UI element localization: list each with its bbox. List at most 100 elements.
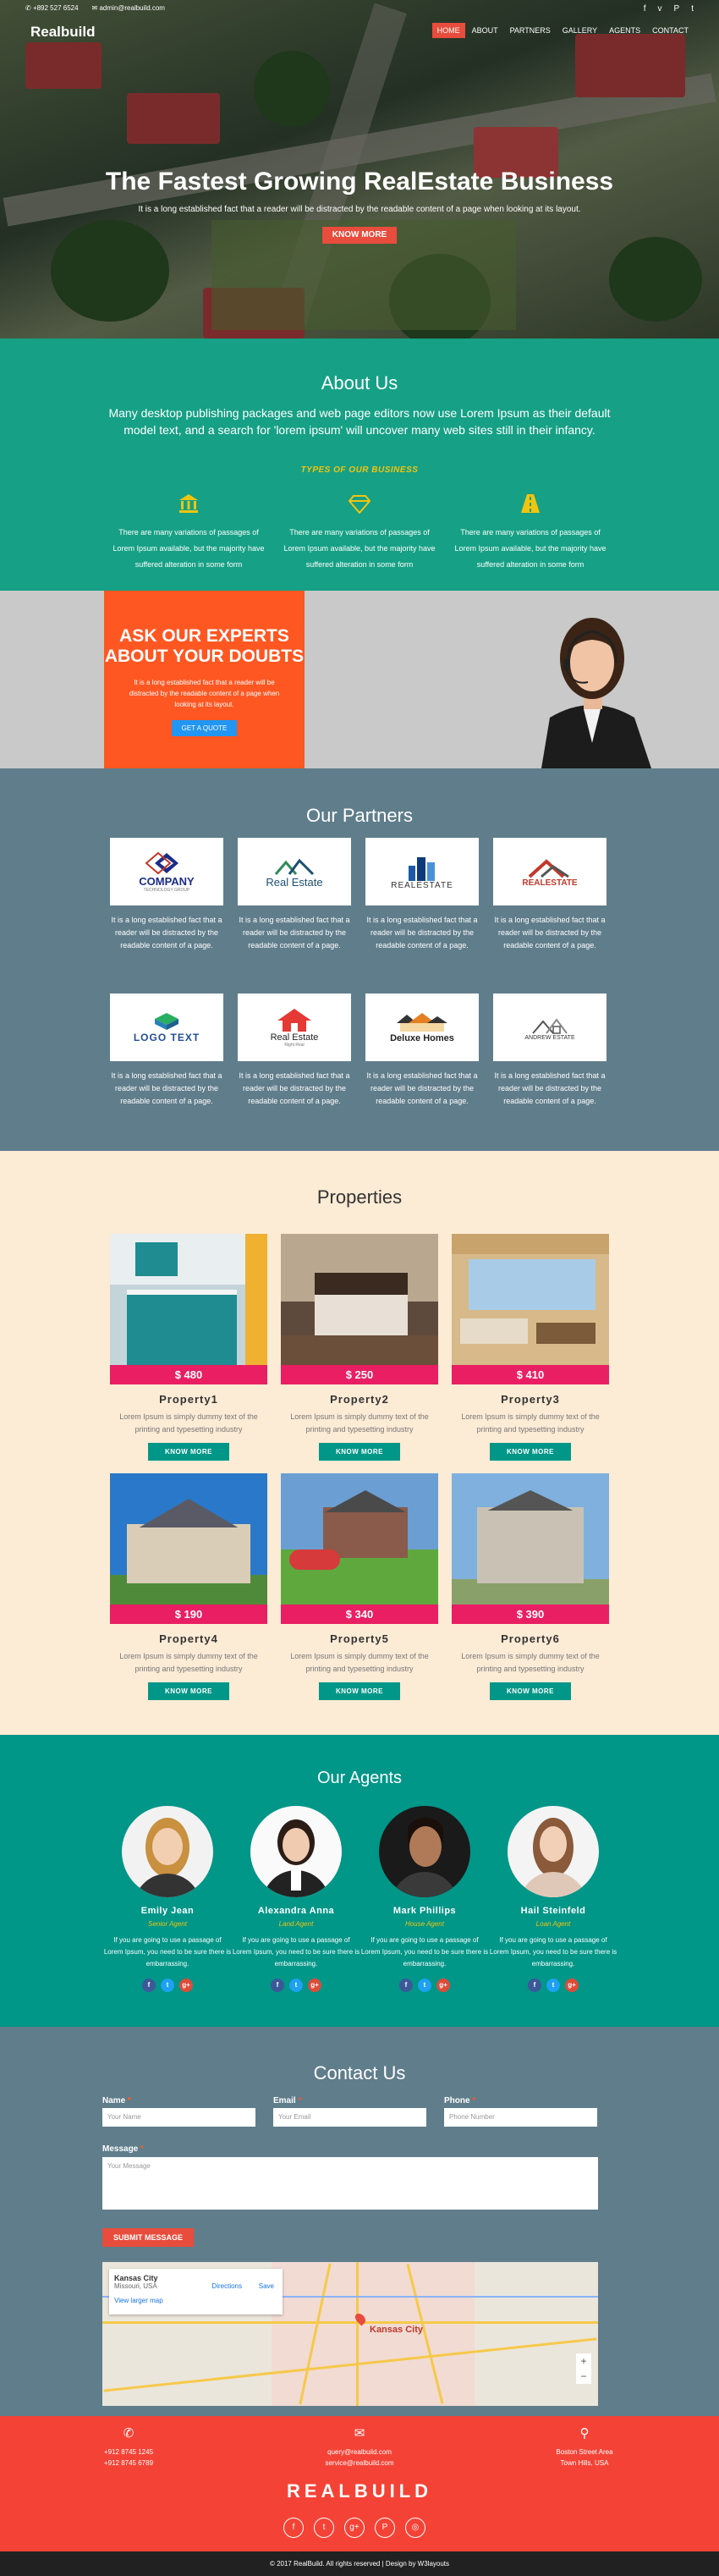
google-plus-icon[interactable]: g+ bbox=[565, 1979, 579, 1992]
agent-text: If you are going to use a passage of Lor… bbox=[489, 1936, 617, 1968]
footer-email-2[interactable]: service@realbuild.com bbox=[292, 2458, 427, 2469]
nav-home[interactable]: HOME bbox=[431, 23, 465, 38]
partner-logo[interactable]: REALESTATE bbox=[365, 838, 479, 905]
nav-gallery[interactable]: GALLERY bbox=[557, 23, 602, 38]
agent-avatar[interactable] bbox=[122, 1806, 213, 1897]
company-logo-icon bbox=[145, 851, 178, 874]
contact-section: Contact Us Name * Your Name Email * Your… bbox=[0, 2027, 719, 2416]
nav-partners[interactable]: PARTNERS bbox=[505, 23, 556, 38]
google-plus-icon[interactable]: g+ bbox=[308, 1979, 321, 1992]
submit-message-button[interactable]: SUBMIT MESSAGE bbox=[102, 2228, 194, 2247]
twitter-icon[interactable]: t bbox=[546, 1979, 560, 1992]
partner-logo[interactable]: Deluxe Homes bbox=[365, 994, 479, 1061]
partner-logo[interactable]: REALESTATE bbox=[493, 838, 606, 905]
footer-address-col: ⚲ Boston Street Area Town Hills, USA bbox=[517, 2427, 652, 2469]
property-know-more-button[interactable]: KNOW MORE bbox=[318, 1443, 401, 1461]
twitter-icon[interactable]: t bbox=[314, 2518, 334, 2538]
footer-address-2: Town Hills, USA bbox=[560, 2459, 609, 2467]
map-zoom-control[interactable]: + − bbox=[576, 2353, 591, 2384]
partner-text: It is a long established fact that a rea… bbox=[366, 1071, 478, 1105]
diamond-icon bbox=[279, 493, 440, 520]
contact-title: Contact Us bbox=[313, 2062, 406, 2083]
partner-logo[interactable]: Real Estate Right Real bbox=[238, 994, 351, 1061]
twitter-icon[interactable]: t bbox=[691, 4, 694, 14]
map-larger-link[interactable]: View larger map bbox=[114, 2297, 277, 2304]
footer-social: f t g+ P ◎ bbox=[283, 2518, 425, 2538]
property-image[interactable] bbox=[110, 1473, 267, 1604]
google-plus-icon[interactable]: g+ bbox=[179, 1979, 193, 1992]
about-types-heading: TYPES OF OUR BUSINESS bbox=[300, 465, 419, 475]
map-info-card: Kansas City Missouri, USA View larger ma… bbox=[109, 2269, 283, 2315]
partner-logo[interactable]: ANDREW ESTATE bbox=[493, 994, 606, 1061]
twitter-icon[interactable]: t bbox=[161, 1979, 174, 1992]
pinterest-icon[interactable]: P bbox=[375, 2518, 395, 2538]
property-card: $ 390 Property6 Lorem Ipsum is simply du… bbox=[452, 1473, 609, 1700]
nav-agents[interactable]: AGENTS bbox=[604, 23, 645, 38]
message-textarea[interactable]: Your Message bbox=[102, 2157, 598, 2210]
nav-contact[interactable]: CONTACT bbox=[647, 23, 694, 38]
partner-card: Real Estate Right Real It is a long esta… bbox=[238, 994, 351, 1108]
property-image[interactable] bbox=[452, 1234, 609, 1365]
property-know-more-button[interactable]: KNOW MORE bbox=[318, 1682, 401, 1700]
dribbble-icon[interactable]: ◎ bbox=[405, 2518, 425, 2538]
partner-logo-name: Deluxe Homes bbox=[390, 1033, 454, 1043]
footer-address-1: Boston Street Area bbox=[556, 2448, 613, 2456]
facebook-icon[interactable]: f bbox=[142, 1979, 156, 1992]
facebook-icon[interactable]: f bbox=[271, 1979, 284, 1992]
top-email-text: admin@realbuild.com bbox=[99, 4, 165, 12]
ask-panel: ASK OUR EXPERTS ABOUT YOUR DOUBTS It is … bbox=[104, 591, 305, 768]
twitter-icon[interactable]: t bbox=[418, 1979, 431, 1992]
vimeo-icon[interactable]: v bbox=[658, 4, 662, 14]
property-know-more-button[interactable]: KNOW MORE bbox=[147, 1443, 230, 1461]
property-price: $ 390 bbox=[452, 1604, 609, 1624]
google-plus-icon[interactable]: g+ bbox=[436, 1979, 450, 1992]
email-label: Email * bbox=[273, 2096, 302, 2105]
property-desc: Lorem Ipsum is simply dummy text of the … bbox=[290, 1652, 429, 1673]
map-card-city: Kansas City bbox=[114, 2274, 158, 2282]
get-quote-button[interactable]: GET A QUOTE bbox=[171, 720, 238, 736]
property-price: $ 480 bbox=[110, 1365, 267, 1384]
about-col: There are many variations of passages of… bbox=[450, 493, 611, 573]
partner-logo[interactable]: LOGO TEXT bbox=[110, 994, 223, 1061]
property-card: $ 480 Property1 Lorem Ipsum is simply du… bbox=[110, 1234, 267, 1461]
property-image[interactable] bbox=[452, 1473, 609, 1604]
agent-card: Mark Phillips House Agent If you are goi… bbox=[360, 1806, 489, 1992]
property-image[interactable] bbox=[110, 1234, 267, 1365]
top-email[interactable]: ✉ admin@realbuild.com bbox=[92, 4, 165, 12]
facebook-icon[interactable]: f bbox=[528, 1979, 541, 1992]
agent-avatar[interactable] bbox=[379, 1806, 470, 1897]
google-plus-icon[interactable]: g+ bbox=[344, 2518, 365, 2538]
facebook-icon[interactable]: f bbox=[283, 2518, 304, 2538]
map-save-button[interactable]: Save bbox=[259, 2282, 274, 2290]
agent-social: f t g+ bbox=[489, 1979, 617, 1992]
brand-logo[interactable]: Realbuild bbox=[30, 24, 96, 41]
twitter-icon[interactable]: t bbox=[289, 1979, 303, 1992]
name-input[interactable]: Your Name bbox=[102, 2108, 255, 2127]
property-price: $ 340 bbox=[281, 1604, 438, 1624]
property-image[interactable] bbox=[281, 1473, 438, 1604]
property-know-more-button[interactable]: KNOW MORE bbox=[489, 1443, 572, 1461]
agent-role: Land Agent bbox=[278, 1920, 314, 1928]
facebook-icon[interactable]: f bbox=[644, 4, 646, 14]
property-image[interactable] bbox=[281, 1234, 438, 1365]
email-input[interactable]: Your Email bbox=[273, 2108, 426, 2127]
andrew-logo-icon bbox=[532, 1017, 568, 1034]
agent-card: Alexandra Anna Land Agent If you are goi… bbox=[232, 1806, 360, 1992]
property-know-more-button[interactable]: KNOW MORE bbox=[147, 1682, 230, 1700]
about-section: About Us Many desktop publishing package… bbox=[0, 339, 719, 591]
nav-about[interactable]: ABOUT bbox=[467, 23, 503, 38]
agent-avatar[interactable] bbox=[250, 1806, 342, 1897]
partner-logo[interactable]: Real Estate bbox=[238, 838, 351, 905]
map-embed[interactable]: Kansas City Kansas City Missouri, USA Vi… bbox=[102, 2262, 598, 2406]
phone-input[interactable]: Phone Number bbox=[444, 2108, 597, 2127]
house-logo-icon bbox=[274, 858, 315, 875]
property-know-more-button[interactable]: KNOW MORE bbox=[489, 1682, 572, 1700]
agent-avatar[interactable] bbox=[508, 1806, 599, 1897]
hero-know-more-button[interactable]: KNOW MORE bbox=[322, 227, 397, 244]
pinterest-icon[interactable]: P bbox=[674, 4, 680, 14]
map-directions-button[interactable]: Directions bbox=[211, 2282, 242, 2290]
footer-email-1[interactable]: query@realbuild.com bbox=[292, 2447, 427, 2458]
partner-logo[interactable]: COMPANY TECHNOLOGY GROUP bbox=[110, 838, 223, 905]
facebook-icon[interactable]: f bbox=[399, 1979, 413, 1992]
top-bar: ✆ +892 527 6524 ✉ admin@realbuild.com f … bbox=[0, 0, 719, 47]
